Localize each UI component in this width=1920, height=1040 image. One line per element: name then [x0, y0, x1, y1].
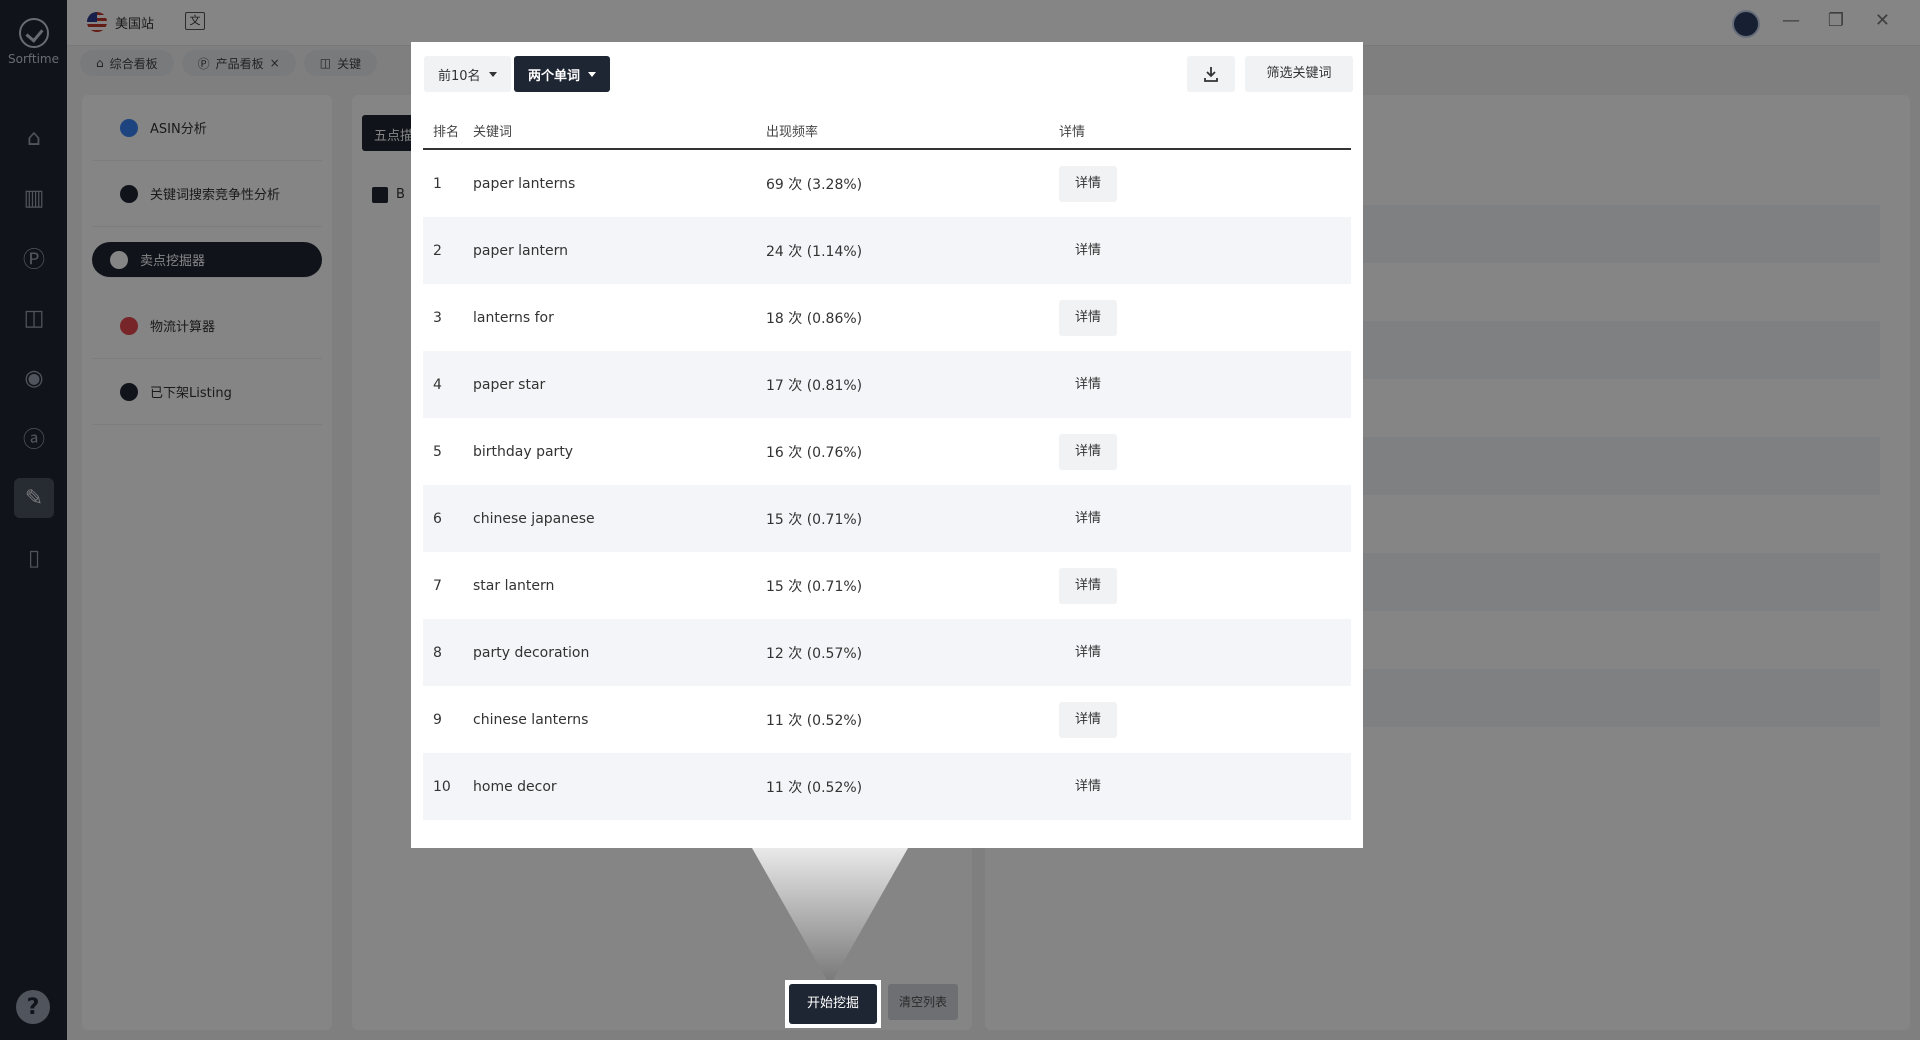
detail-button[interactable]: 详情: [1059, 165, 1117, 202]
start-mining-button[interactable]: 开始挖掘: [785, 980, 881, 1028]
top-n-label: 前10名: [438, 68, 481, 84]
detail-button[interactable]: 详情: [1059, 233, 1117, 269]
cell-frequency: 17 次 (0.81%): [766, 377, 863, 394]
caret-down-icon: [488, 71, 497, 77]
header-rank: 排名: [433, 124, 460, 140]
table-row: 2 paper lantern 24 次 (1.14%) 详情: [423, 217, 1351, 284]
cell-keyword: birthday party: [473, 443, 574, 460]
table-row: 10 home decor 11 次 (0.52%) 详情: [423, 753, 1351, 820]
cell-frequency: 69 次 (3.28%): [766, 176, 863, 193]
clear-list-button[interactable]: 清空列表: [888, 984, 958, 1020]
cell-rank: 1: [433, 175, 442, 192]
header-keyword: 关键词: [473, 124, 513, 140]
download-icon: [1204, 67, 1218, 82]
cell-rank: 7: [433, 577, 442, 594]
modal-toolbar: 前10名 两个单词 筛选关键词: [424, 56, 1353, 94]
cell-frequency: 16 次 (0.76%): [766, 444, 863, 461]
keyword-frequency-modal: 前10名 两个单词 筛选关键词 排名 关键词 出现频率 详情 1 paper l…: [411, 42, 1363, 848]
cell-keyword: chinese lanterns: [473, 711, 589, 728]
filter-keywords-button[interactable]: 筛选关键词: [1245, 56, 1353, 92]
table-row: 6 chinese japanese 15 次 (0.71%) 详情: [423, 485, 1351, 552]
detail-button[interactable]: 详情: [1059, 433, 1117, 470]
table-row: 8 party decoration 12 次 (0.57%) 详情: [423, 619, 1351, 686]
cell-rank: 5: [433, 443, 442, 460]
cell-keyword: home decor: [473, 778, 557, 795]
cell-keyword: star lantern: [473, 577, 555, 594]
cell-rank: 9: [433, 711, 442, 728]
cell-keyword: chinese japanese: [473, 510, 595, 527]
detail-button[interactable]: 详情: [1059, 701, 1117, 738]
table-row: 3 lanterns for 18 次 (0.86%) 详情: [423, 284, 1351, 351]
cell-rank: 4: [433, 376, 442, 393]
table-header: 排名 关键词 出现频率 详情: [423, 112, 1351, 150]
cell-rank: 2: [433, 242, 442, 259]
cell-keyword: paper lantern: [473, 242, 568, 259]
cell-keyword: lanterns for: [473, 309, 554, 326]
cell-frequency: 12 次 (0.57%): [766, 645, 863, 662]
word-mode-label: 两个单词: [528, 68, 581, 84]
header-frequency: 出现频率: [766, 124, 819, 140]
table-row: 7 star lantern 15 次 (0.71%) 详情: [423, 552, 1351, 619]
cell-frequency: 15 次 (0.71%): [766, 578, 863, 595]
cell-frequency: 24 次 (1.14%): [766, 243, 863, 260]
start-mining-label: 开始挖掘: [789, 984, 877, 1024]
table-row: 1 paper lanterns 69 次 (3.28%) 详情: [423, 150, 1351, 217]
cell-rank: 8: [433, 644, 442, 661]
cell-keyword: party decoration: [473, 644, 590, 661]
top-n-dropdown[interactable]: 前10名: [424, 56, 511, 92]
table-row: 9 chinese lanterns 11 次 (0.52%) 详情: [423, 686, 1351, 753]
cell-keyword: paper lanterns: [473, 175, 576, 192]
cell-rank: 6: [433, 510, 442, 527]
cell-rank: 10: [433, 778, 451, 795]
table-row: 5 birthday party 16 次 (0.76%) 详情: [423, 418, 1351, 485]
caret-down-icon: [588, 71, 597, 77]
cell-frequency: 18 次 (0.86%): [766, 310, 863, 327]
word-mode-dropdown[interactable]: 两个单词: [514, 56, 611, 92]
detail-button[interactable]: 详情: [1059, 299, 1117, 336]
detail-button[interactable]: 详情: [1059, 367, 1117, 403]
detail-button[interactable]: 详情: [1059, 501, 1117, 537]
detail-button[interactable]: 详情: [1059, 635, 1117, 671]
table-row: 4 paper star 17 次 (0.81%) 详情: [423, 351, 1351, 418]
cell-keyword: paper star: [473, 376, 546, 393]
download-button[interactable]: [1187, 56, 1235, 92]
detail-button[interactable]: 详情: [1059, 567, 1117, 604]
header-detail: 详情: [1059, 124, 1086, 140]
cell-frequency: 15 次 (0.71%): [766, 511, 863, 528]
cell-frequency: 11 次 (0.52%): [766, 779, 863, 796]
cell-frequency: 11 次 (0.52%): [766, 712, 863, 729]
cell-rank: 3: [433, 309, 442, 326]
detail-button[interactable]: 详情: [1059, 769, 1117, 805]
keyword-table: 排名 关键词 出现频率 详情 1 paper lanterns 69 次 (3.…: [423, 112, 1351, 820]
